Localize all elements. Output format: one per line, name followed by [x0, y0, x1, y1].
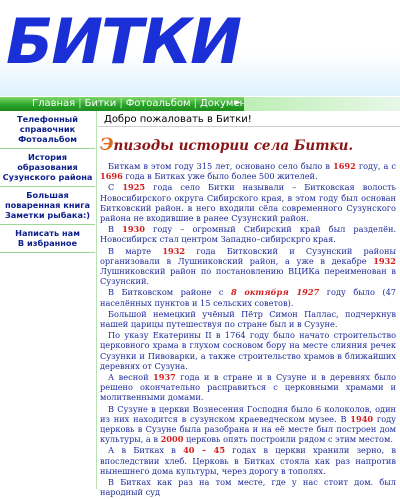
sidebar-item-history[interactable]: История образования Сузунского района — [2, 152, 93, 182]
highlighted-date: 1696 — [100, 171, 123, 182]
sidebar: Телефонный справочник Фотоальбом История… — [0, 111, 95, 489]
highlighted-date: 1925 — [122, 182, 146, 193]
nav-item-photoalbum[interactable]: Фотоальбом — [126, 98, 191, 109]
sidebar-item-fisherman-notes[interactable]: Заметки рыбака:) — [2, 210, 93, 220]
column-divider — [96, 111, 97, 489]
paragraph: А весной 1937 года и в стране и в Сузуне… — [100, 372, 396, 403]
highlighted-date: 40 – 45 — [183, 445, 226, 456]
paragraph: В Битковском районе с 8 октября 1927 год… — [100, 287, 396, 307]
sidebar-group-cookbook: Большая поваренная книга Заметки рыбака:… — [0, 187, 95, 225]
sidebar-group-contact: Написать нам В избранное — [0, 225, 95, 253]
paragraph-text: Лушниковский район по постановлению ВЦИК… — [100, 266, 396, 287]
paragraph-text: С — [108, 182, 123, 193]
sidebar-item-cookbook[interactable]: Большая поваренная книга — [2, 190, 93, 210]
sidebar-item-write-us[interactable]: Написать нам — [2, 228, 93, 238]
highlighted-date: 1932 — [373, 255, 396, 266]
paragraph-text: года в Битках уже было более 500 жителей… — [122, 171, 318, 182]
paragraph: А в Битках в 40 – 45 годах в церкви хран… — [100, 445, 396, 476]
sidebar-item-phonebook[interactable]: Телефонный справочник — [2, 114, 93, 134]
paragraph-text: А в Битках в — [108, 445, 184, 456]
sidebar-group-phone: Телефонный справочник Фотоальбом — [0, 111, 95, 149]
paragraph: С 1925 года село Битки называли – Битков… — [100, 182, 396, 223]
paragraph-text: В Битковском районе с — [108, 287, 231, 298]
highlighted-date: 1930 — [122, 224, 145, 235]
nav-item-home[interactable]: Главная — [32, 98, 75, 109]
paragraph: Большой немецкий учёный Пётр Симон Палла… — [100, 309, 396, 329]
logo-text: БИТКИ — [6, 5, 242, 78]
sidebar-item-photoalbum[interactable]: Фотоальбом — [2, 134, 93, 144]
chevron-right-icon: ► — [234, 98, 241, 108]
paragraph-text: По указу Екатерины II в 1764 году было н… — [100, 330, 396, 371]
paragraph-text: году, а с — [355, 161, 396, 171]
paragraph: В 1930 году – огромный Сибирский край бы… — [100, 224, 396, 244]
paragraph: В Битках как раз на том месте, где у нас… — [100, 477, 396, 497]
paragraph-text: Большой немецкий учёный Пётр Симон Палла… — [100, 308, 396, 330]
nav-separator: | — [193, 98, 197, 109]
paragraph: В марте 1932 года Битковский и Сузунский… — [100, 246, 396, 287]
highlighted-date: 1940 — [350, 413, 374, 424]
highlighted-date: 8 октября 1927 — [231, 287, 320, 298]
article-title: Эпизоды истории села Битки. — [100, 135, 396, 155]
paragraph-text: года село Битки называли – Битковская во… — [100, 182, 396, 224]
nav-separator: | — [78, 98, 82, 109]
title-rest: пизоды истории села Битки. — [113, 138, 354, 154]
paragraph-text: В марте — [108, 245, 163, 256]
top-navigation: Главная | Битки | Фотоальбом | Документы ► — [0, 97, 400, 111]
sidebar-group-history: История образования Сузунского района — [0, 149, 95, 187]
paragraph-text: В — [108, 224, 123, 235]
welcome-banner: Добро пожаловать в Битки! — [98, 113, 400, 127]
paragraph: Биткам в этом году 315 лет, основано сел… — [100, 161, 396, 181]
paragraph-text: церковь опять построили рядом с этим мес… — [183, 434, 393, 445]
site-logo[interactable]: БИТКИ — [0, 0, 400, 96]
paragraph: В Сузуне в церкви Вознесения Господня бы… — [100, 404, 396, 445]
sidebar-item-favorites[interactable]: В избранное — [2, 238, 93, 248]
paragraph-text: А весной — [108, 372, 154, 383]
paragraph: По указу Екатерины II в 1764 году было н… — [100, 330, 396, 371]
nav-item-bitki[interactable]: Битки — [85, 98, 117, 109]
paragraph-text: В Битках как раз на том месте, где у нас… — [100, 477, 396, 498]
title-initial: Э — [100, 135, 114, 155]
nav-gradient-end — [244, 97, 400, 111]
article: Эпизоды истории села Битки. Биткам в это… — [100, 131, 396, 499]
highlighted-date: 1692 — [333, 161, 356, 171]
highlighted-date: 1932 — [162, 245, 186, 256]
nav-separator: | — [119, 98, 123, 109]
paragraph-text: Биткам в этом году 315 лет, основано сел… — [108, 161, 333, 171]
highlighted-date: 1937 — [153, 372, 176, 383]
highlighted-date: 2000 — [160, 434, 184, 445]
paragraph-text: году – огромный Сибирский край был разде… — [100, 224, 397, 245]
